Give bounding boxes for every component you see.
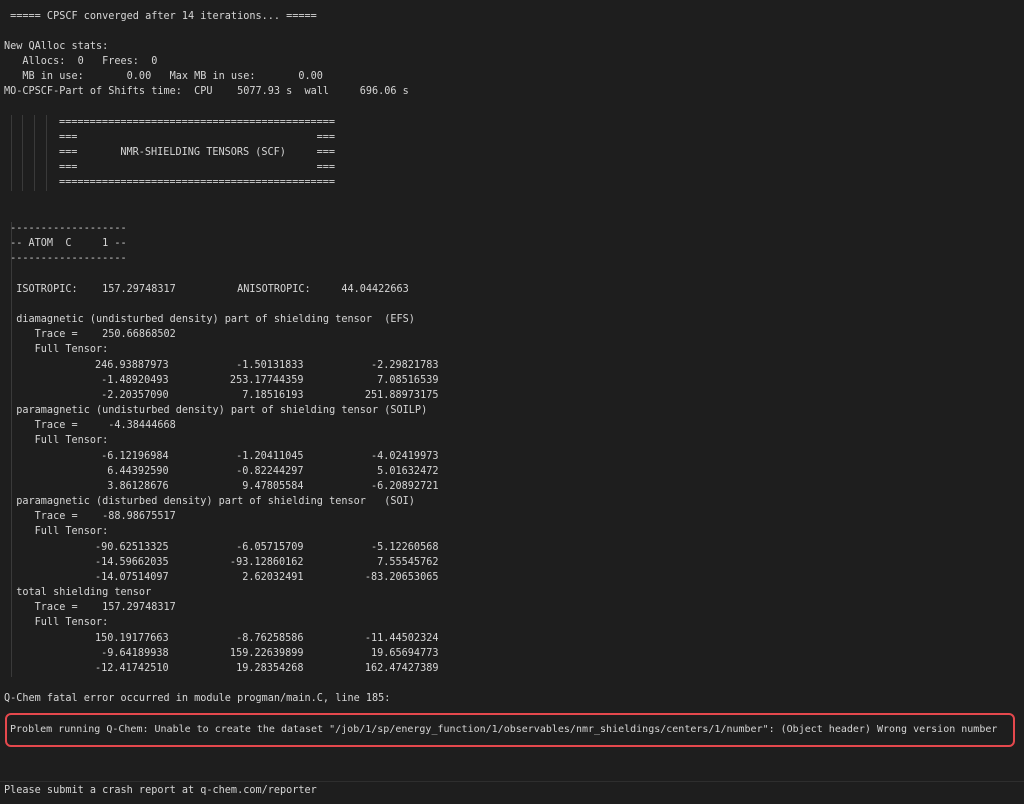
- full-tensor-label: Full Tensor:: [4, 617, 109, 628]
- tensor-row: 6.44392590 -0.82244297 5.01632472: [95, 466, 439, 477]
- indent-guide: [34, 115, 35, 191]
- qalloc-allocs-line: Allocs: 0 Frees: 0: [4, 56, 158, 67]
- qalloc-header-line: New QAlloc stats:: [4, 41, 109, 52]
- full-tensor-label: Full Tensor:: [4, 435, 109, 446]
- section-total: total shielding tensor: [4, 587, 152, 598]
- banner-title: === NMR-SHIELDING TENSORS (SCF) ===: [59, 147, 336, 158]
- tensor-row: -9.64189938 159.22639899 19.65694773: [95, 648, 439, 659]
- isotropic-line: ISOTROPIC: 157.29748317 ANISOTROPIC: 44.…: [4, 284, 409, 295]
- trace-line: Trace = -4.38444668: [4, 420, 176, 431]
- tensor-row: 246.93887973 -1.50131833 -2.29821783: [95, 360, 439, 371]
- terminal-window[interactable]: ===== CPSCF converged after 14 iteration…: [0, 0, 1024, 804]
- banner-line: === ===: [59, 132, 336, 143]
- error-message: Problem running Q-Chem: Unable to create…: [4, 724, 998, 735]
- full-tensor-label: Full Tensor:: [4, 344, 109, 355]
- section-diamagnetic: diamagnetic (undisturbed density) part o…: [4, 314, 415, 325]
- full-tensor-label: Full Tensor:: [4, 526, 109, 537]
- tensor-row: -1.48920493 253.17744359 7.08516539: [95, 375, 439, 386]
- atom-separator: -------------------: [4, 253, 127, 264]
- atom-separator: -------------------: [4, 223, 127, 234]
- cpscf-converged-line: ===== CPSCF converged after 14 iteration…: [4, 11, 317, 22]
- crash-report-line: Please submit a crash report at q-chem.c…: [4, 785, 317, 796]
- trace-line: Trace = 157.29748317: [4, 602, 176, 613]
- tensor-row: 3.86128676 9.47805584 -6.20892721: [95, 481, 439, 492]
- tensor-row: -2.20357090 7.18516193 251.88973175: [95, 390, 439, 401]
- banner-line: === ===: [59, 162, 336, 173]
- banner-line: ========================================…: [59, 177, 336, 188]
- section-paramagnetic-undisturbed: paramagnetic (undisturbed density) part …: [4, 405, 428, 416]
- banner-line: ========================================…: [59, 117, 336, 128]
- section-paramagnetic-disturbed: paramagnetic (disturbed density) part of…: [4, 496, 415, 507]
- tensor-row: -14.59662035 -93.12860162 7.55545762: [95, 557, 439, 568]
- tensor-row: -90.62513325 -6.05715709 -5.12260568: [95, 542, 439, 553]
- tensor-row: -14.07514097 2.62032491 -83.20653065: [95, 572, 439, 583]
- indent-guide: [11, 115, 12, 191]
- tensor-row: -12.41742510 19.28354268 162.47427389: [95, 663, 439, 674]
- indent-guide: [46, 115, 47, 191]
- mo-cpscf-time-line: MO-CPSCF-Part of Shifts time: CPU 5077.9…: [4, 86, 409, 97]
- qalloc-mb-line: MB in use: 0.00 Max MB in use: 0.00: [4, 71, 323, 82]
- trace-line: Trace = -88.98675517: [4, 511, 176, 522]
- indent-guide: [22, 115, 23, 191]
- tensor-row: -6.12196984 -1.20411045 -4.02419973: [95, 451, 439, 462]
- tensor-row: 150.19177663 -8.76258586 -11.44502324: [95, 633, 439, 644]
- trace-line: Trace = 250.66868502: [4, 329, 176, 340]
- atom-header: -- ATOM C 1 --: [4, 238, 127, 249]
- fatal-error-line: Q-Chem fatal error occurred in module pr…: [4, 693, 391, 704]
